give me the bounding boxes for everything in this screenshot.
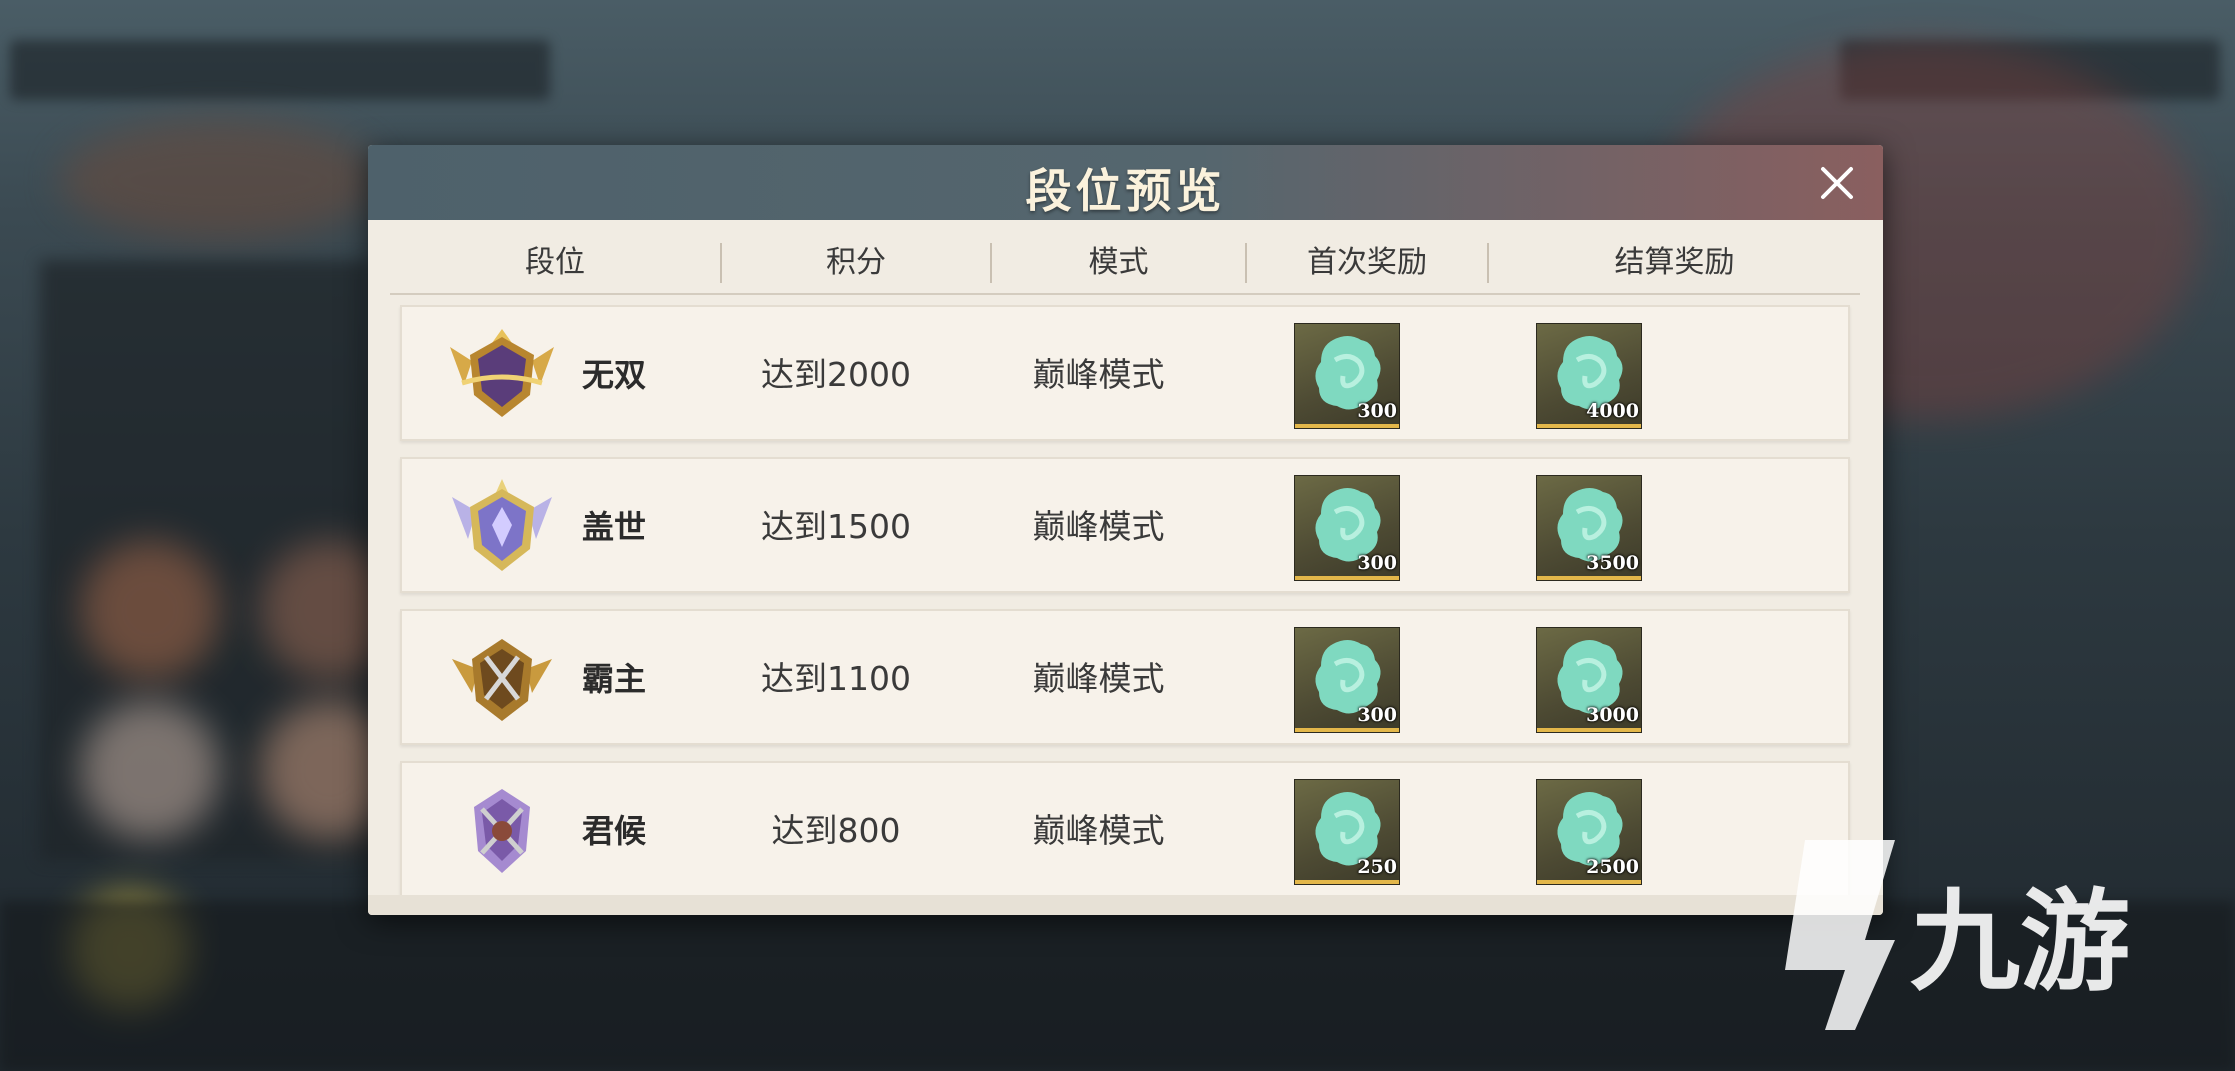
rank-name: 盖世: [582, 508, 647, 546]
column-header-mode: 模式: [1088, 245, 1149, 280]
reward-count: 300: [1357, 400, 1397, 422]
reward-count: 4000: [1586, 400, 1639, 422]
rank-name: 霸主: [582, 660, 647, 698]
rank-wushuang-icon: [450, 329, 554, 417]
table-row: 无双 达到2000 巅峰模式 300 4000: [400, 305, 1850, 441]
reward-accent-bar: [1295, 576, 1399, 580]
reward-count: 3000: [1586, 704, 1639, 726]
close-button[interactable]: [1817, 163, 1857, 203]
reward-accent-bar: [1537, 880, 1641, 884]
points-requirement: 达到800: [771, 811, 901, 850]
bg-avatar-blob: [80, 700, 220, 840]
settle-reward-item[interactable]: 3500: [1536, 475, 1642, 581]
bg-blob: [60, 120, 380, 240]
table-header: 段位 积分 模式 首次奖励 结算奖励: [390, 233, 1860, 295]
table-row: 盖世 达到1500 巅峰模式 300 3500: [400, 457, 1850, 593]
reward-count: 250: [1357, 856, 1397, 878]
rank-gaishi-icon: [452, 479, 552, 571]
close-icon: [1821, 167, 1853, 199]
points-requirement: 达到1500: [761, 507, 911, 546]
points-requirement: 达到2000: [761, 355, 911, 394]
table-row: 君候 达到800 巅峰模式 250 2500: [400, 761, 1850, 895]
reward-count: 2500: [1586, 856, 1639, 878]
settle-reward-item[interactable]: 3000: [1536, 627, 1642, 733]
reward-count: 300: [1357, 552, 1397, 574]
dialog-footer: [368, 895, 1883, 915]
first-reward-item[interactable]: 300: [1294, 323, 1400, 429]
mode-label: 巅峰模式: [1032, 355, 1165, 394]
rank-list[interactable]: 无双 达到2000 巅峰模式 300 4000 盖世 达到1500 巅峰模式 3…: [368, 305, 1883, 895]
rank-name: 无双: [582, 356, 647, 394]
column-header-rank: 段位: [525, 245, 585, 280]
first-reward-item[interactable]: 300: [1294, 475, 1400, 581]
table-row: 霸主 达到1100 巅峰模式 300 3000: [400, 609, 1850, 745]
bg-top-tabs: [10, 40, 550, 100]
rank-preview-dialog: 段位预览 段位 积分 模式 首次奖励 结算奖励 无双 达到2000 巅峰模式 3…: [368, 145, 1883, 915]
rank-bazhu-icon: [452, 639, 552, 721]
reward-accent-bar: [1537, 728, 1641, 732]
reward-accent-bar: [1295, 880, 1399, 884]
rank-name: 君候: [582, 812, 647, 850]
mode-label: 巅峰模式: [1032, 507, 1165, 546]
column-header-settle-reward: 结算奖励: [1614, 245, 1735, 280]
mode-label: 巅峰模式: [1032, 811, 1165, 850]
settle-reward-item[interactable]: 2500: [1536, 779, 1642, 885]
jiuyou-watermark-logo: 九游: [1785, 840, 2130, 1030]
dialog-header: 段位预览: [368, 145, 1883, 220]
bg-avatar-blob: [80, 540, 220, 680]
reward-accent-bar: [1295, 424, 1399, 428]
reward-accent-bar: [1537, 576, 1641, 580]
column-header-first-reward: 首次奖励: [1307, 245, 1427, 280]
reward-accent-bar: [1537, 424, 1641, 428]
reward-accent-bar: [1295, 728, 1399, 732]
rank-junhou-icon: [474, 789, 530, 873]
reward-count: 3500: [1586, 552, 1639, 574]
watermark-text: 九游: [1910, 878, 2130, 1006]
first-reward-item[interactable]: 300: [1294, 627, 1400, 733]
points-requirement: 达到1100: [761, 659, 911, 698]
first-reward-item[interactable]: 250: [1294, 779, 1400, 885]
reward-count: 300: [1357, 704, 1397, 726]
dialog-title: 段位预览: [1025, 164, 1226, 218]
settle-reward-item[interactable]: 4000: [1536, 323, 1642, 429]
mode-label: 巅峰模式: [1032, 659, 1165, 698]
column-header-points: 积分: [826, 245, 886, 280]
